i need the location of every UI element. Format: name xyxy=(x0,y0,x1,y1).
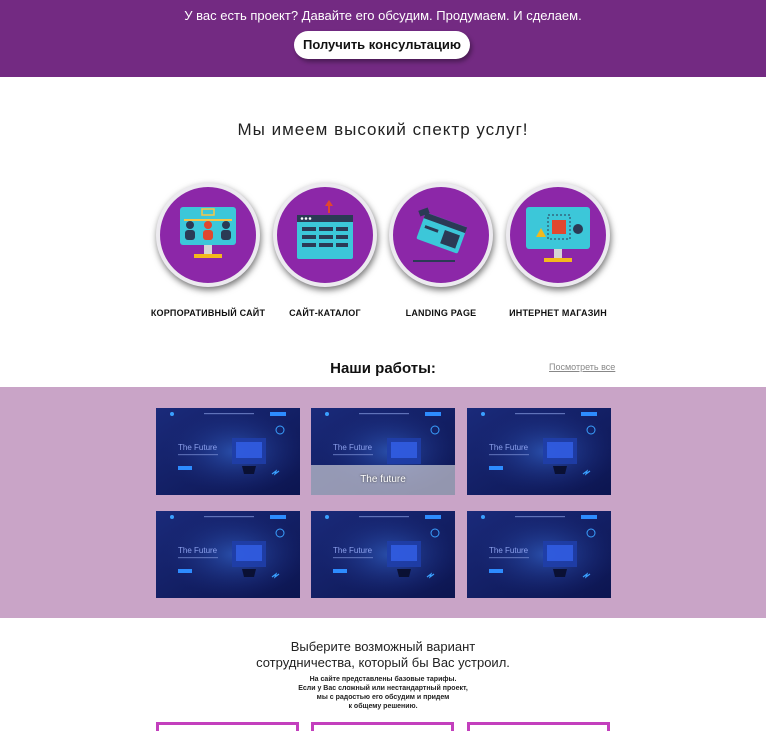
svg-text:The Future: The Future xyxy=(178,443,218,452)
cooperation-title-line: сотрудничества, который бы Вас устроил. xyxy=(256,655,510,670)
service-circle[interactable] xyxy=(156,183,260,287)
cooperation-subtitle-line: мы с радостью его обсудим и придем xyxy=(316,694,450,701)
work-preview-image: The Future xyxy=(467,408,611,495)
cooperation-subtitle: На сайте представлены базовые тарифы. Ес… xyxy=(0,675,766,711)
work-thumbnail[interactable]: The Future xyxy=(467,408,611,495)
view-all-link[interactable]: Посмотреть все xyxy=(549,362,615,372)
work-thumbnail[interactable]: The Future xyxy=(467,511,611,598)
work-thumbnail-hovered[interactable]: The Future The future xyxy=(311,408,455,495)
landing-page-icon xyxy=(413,207,468,262)
work-preview-image: The Future xyxy=(311,511,455,598)
svg-text:The Future: The Future xyxy=(489,546,529,555)
cooperation-title: Выберите возможный вариант сотрудничеств… xyxy=(0,639,766,671)
catalog-window-icon xyxy=(297,200,353,259)
work-thumbnail[interactable]: The Future xyxy=(311,511,455,598)
works-title: Наши работы: xyxy=(330,360,436,377)
cooperation-subtitle-line: Если у Вас сложный или нестандартный про… xyxy=(298,685,468,692)
pricing-plan-card[interactable] xyxy=(311,722,454,731)
work-preview-image: The Future xyxy=(467,511,611,598)
cooperation-subtitle-line: На сайте представлены базовые тарифы. xyxy=(309,676,457,683)
service-circle[interactable] xyxy=(273,183,377,287)
pricing-plan-card[interactable] xyxy=(467,722,610,731)
banner-message: У вас есть проект? Давайте его обсудим. … xyxy=(184,8,582,23)
svg-text:The Future: The Future xyxy=(333,546,373,555)
work-thumbnail[interactable]: The Future xyxy=(156,408,300,495)
svg-text:The Future: The Future xyxy=(333,443,373,452)
cooperation-title-line: Выберите возможный вариант xyxy=(290,639,476,654)
work-preview-image: The Future xyxy=(156,511,300,598)
service-label: ИНТЕРНЕТ МАГАЗИН xyxy=(509,308,607,318)
service-circle[interactable] xyxy=(506,183,610,287)
get-consultation-button[interactable]: Получить консультацию xyxy=(294,31,470,59)
work-thumbnail[interactable]: The Future xyxy=(156,511,300,598)
works-section: The Future The Future The future The Fut… xyxy=(0,387,766,618)
corporate-team-monitor-icon xyxy=(180,207,236,258)
work-preview-image: The Future xyxy=(156,408,300,495)
service-circle[interactable] xyxy=(389,183,493,287)
svg-text:The Future: The Future xyxy=(178,546,218,555)
cooperation-subtitle-line: к общему решению. xyxy=(348,703,418,710)
pricing-plan-card[interactable] xyxy=(156,722,299,731)
svg-text:The Future: The Future xyxy=(489,443,529,452)
online-store-monitor-icon xyxy=(526,207,590,262)
services-title: Мы имеем высокий спектр услуг! xyxy=(237,120,529,139)
top-banner: У вас есть проект? Давайте его обсудим. … xyxy=(0,0,766,77)
hand-cursor-icon xyxy=(421,484,455,495)
